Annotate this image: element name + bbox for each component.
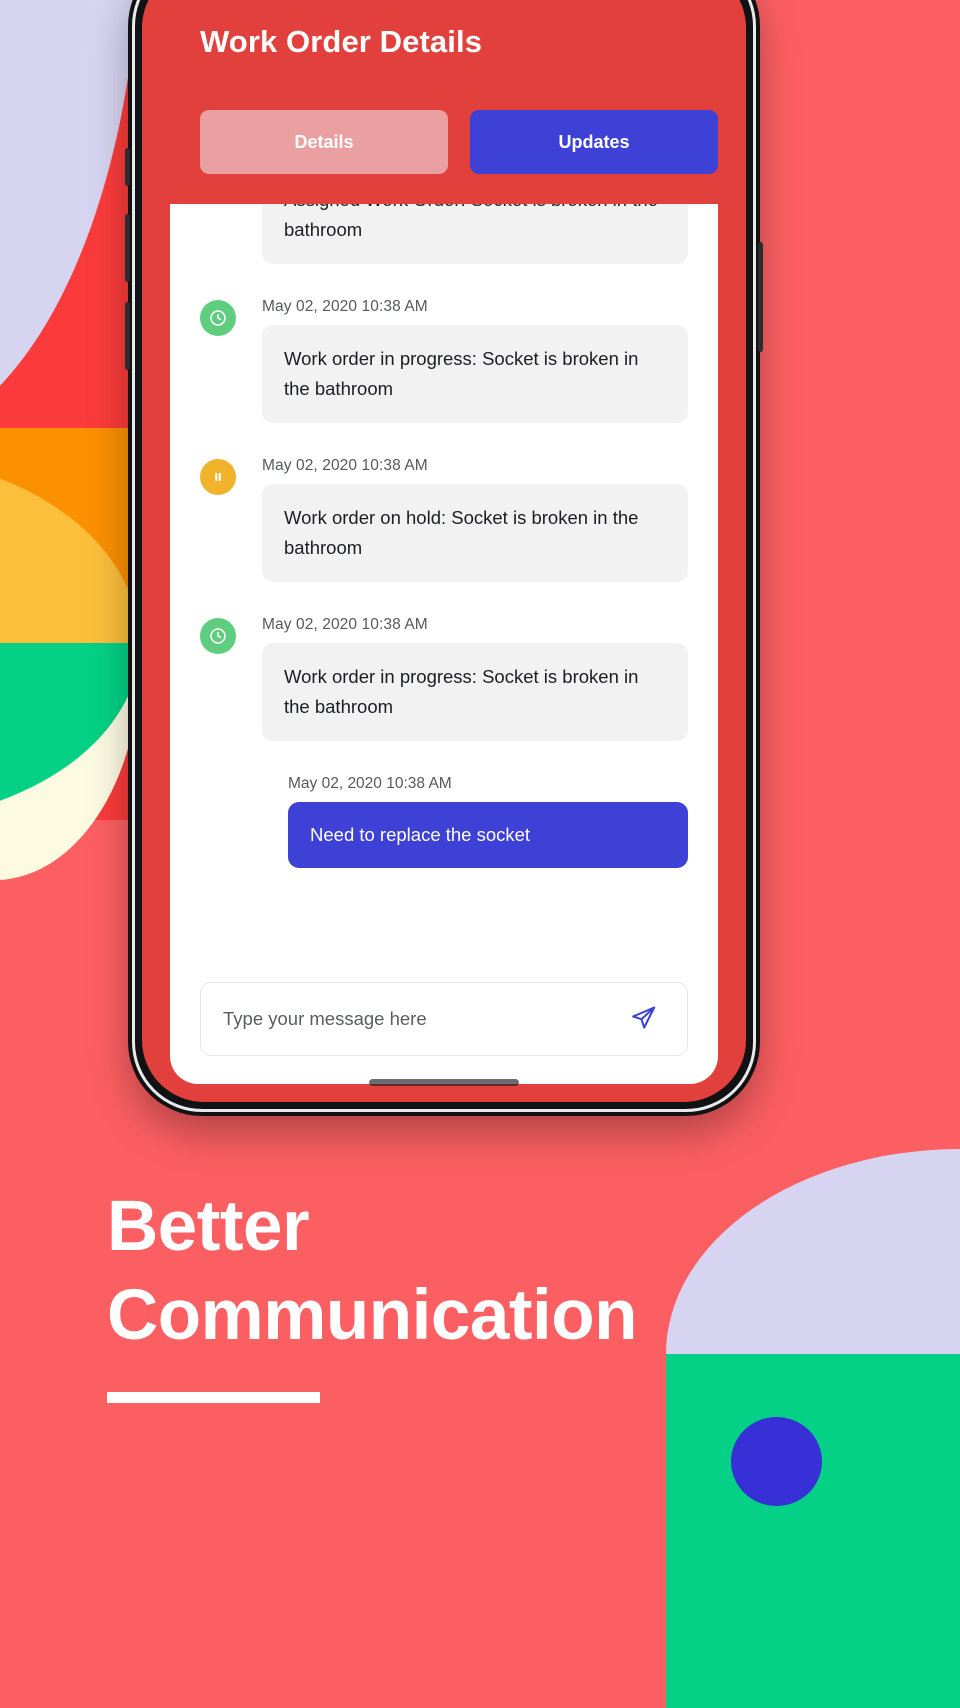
message-timestamp: May 02, 2020 10:38 AM (288, 774, 452, 792)
page-title: Work Order Details (200, 24, 483, 59)
decor-blue-circle (731, 1417, 822, 1506)
home-indicator (369, 1079, 519, 1086)
list-item: May 02, 2020 10:38 AM Work order on hold… (200, 457, 688, 582)
message-timestamp: May 02, 2020 10:38 AM (262, 456, 428, 474)
decor-lavender-dome (666, 1149, 960, 1354)
phone-button-volume-down[interactable] (125, 302, 130, 370)
message-composer (200, 982, 688, 1056)
phone-mockup: Assigned Work Order: Socket is broken in… (125, 0, 763, 1116)
message-bubble: Work order in progress: Socket is broken… (262, 324, 688, 423)
promo-headline-line-1: Better (107, 1187, 310, 1266)
chat-panel: Assigned Work Order: Socket is broken in… (170, 152, 718, 1084)
promo-headline-line-2: Communication (107, 1276, 637, 1356)
tab-bar: Details Updates (200, 110, 718, 174)
message-bubble: Work order on hold: Socket is broken in … (262, 483, 688, 582)
message-bubble: Work order in progress: Socket is broken… (262, 642, 688, 741)
phone-screen: Assigned Work Order: Socket is broken in… (142, 0, 746, 1102)
message-timestamp: May 02, 2020 10:38 AM (262, 615, 428, 633)
phone-button-silent[interactable] (125, 148, 130, 186)
message-timestamp: May 02, 2020 10:38 AM (262, 297, 428, 315)
phone-button-volume-up[interactable] (125, 214, 130, 282)
message-bubble-outgoing: Need to replace the socket (288, 801, 688, 868)
message-input[interactable] (223, 1008, 621, 1030)
tab-updates[interactable]: Updates (470, 110, 718, 174)
list-item: May 02, 2020 10:38 AM Work order in prog… (200, 298, 688, 423)
list-item: May 02, 2020 10:38 AM Need to replace th… (200, 775, 688, 868)
clock-icon (200, 617, 236, 654)
decor-green-panel (666, 1354, 960, 1708)
list-item: May 02, 2020 10:38 AM Work order in prog… (200, 616, 688, 741)
pause-icon (200, 458, 236, 495)
promo-underline (107, 1392, 320, 1403)
promo-headline: Better Communication (107, 1182, 637, 1361)
send-button[interactable] (621, 997, 665, 1041)
app-header: Work Order Details Details Updates (142, 0, 746, 204)
send-icon (630, 1004, 657, 1034)
promo-screenshot: Assigned Work Order: Socket is broken in… (0, 0, 960, 1708)
phone-button-power[interactable] (758, 242, 763, 352)
tab-details[interactable]: Details (200, 110, 448, 174)
clock-icon (200, 299, 236, 336)
message-list[interactable]: Assigned Work Order: Socket is broken in… (170, 152, 718, 962)
